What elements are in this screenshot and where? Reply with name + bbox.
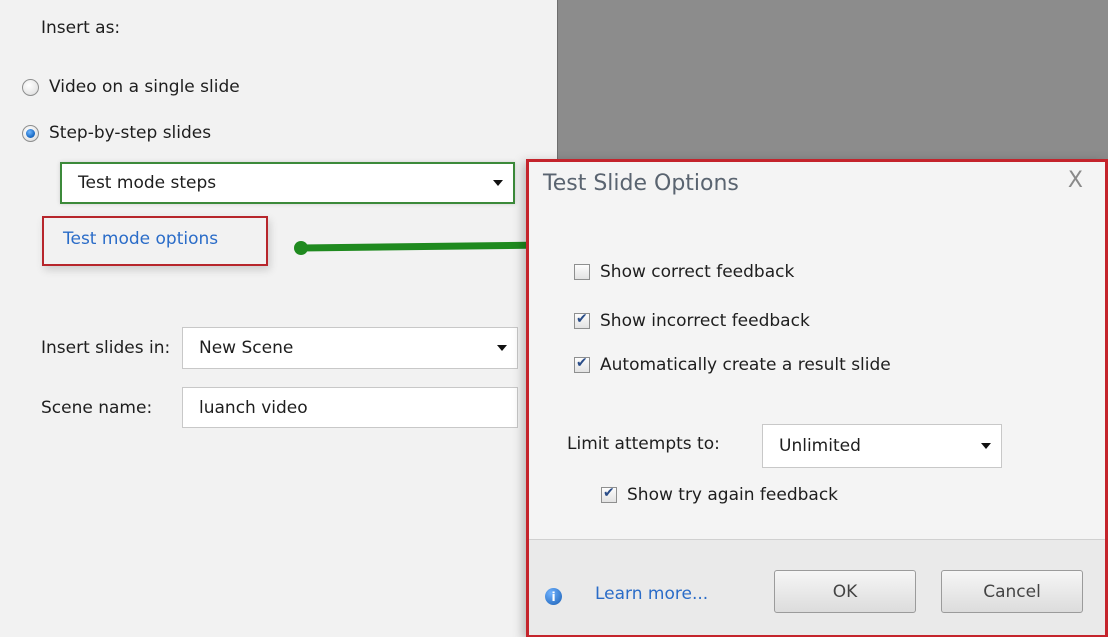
- checkbox-checked-icon[interactable]: [574, 311, 590, 329]
- scene-name-input[interactable]: luanch video: [182, 387, 518, 428]
- insert-slides-label: Insert slides in:: [41, 338, 171, 358]
- close-icon[interactable]: X: [1068, 168, 1083, 193]
- chevron-down-icon[interactable]: [493, 180, 503, 186]
- radio-steps-label: Step-by-step slides: [49, 123, 212, 143]
- radio-button-icon[interactable]: [22, 78, 39, 96]
- scene-name-value: luanch video: [199, 397, 308, 418]
- checkbox-checked-icon[interactable]: [601, 485, 617, 503]
- test-mode-options-link[interactable]: Test mode options: [63, 229, 218, 249]
- option-label: Show correct feedback: [600, 262, 795, 282]
- limit-attempts-label: Limit attempts to:: [567, 434, 720, 454]
- limit-attempts-select[interactable]: Unlimited: [762, 424, 1002, 468]
- chevron-down-icon[interactable]: [981, 443, 991, 449]
- steps-mode-value: Test mode steps: [78, 173, 217, 193]
- insert-slides-select[interactable]: New Scene: [182, 327, 518, 369]
- radio-video-label: Video on a single slide: [49, 77, 240, 97]
- radio-step-by-step[interactable]: Step-by-step slides: [22, 123, 211, 143]
- limit-attempts-value: Unlimited: [779, 436, 861, 456]
- steps-mode-select[interactable]: Test mode steps: [60, 162, 515, 204]
- radio-button-checked-icon[interactable]: [22, 124, 39, 142]
- create-result-slide-option[interactable]: Automatically create a result slide: [574, 355, 891, 375]
- show-try-again-option[interactable]: Show try again feedback: [601, 485, 838, 505]
- info-icon: i: [545, 588, 562, 605]
- checkbox-checked-icon[interactable]: [574, 355, 590, 373]
- dialog-title: Test Slide Options: [543, 171, 739, 196]
- test-slide-options-dialog: Test Slide Options X Show correct feedba…: [526, 159, 1108, 637]
- chevron-down-icon[interactable]: [497, 345, 507, 351]
- show-incorrect-feedback-option[interactable]: Show incorrect feedback: [574, 311, 810, 331]
- insert-slides-value: New Scene: [199, 338, 294, 358]
- scene-name-label: Scene name:: [41, 398, 153, 418]
- option-label: Automatically create a result slide: [600, 355, 891, 375]
- ok-button[interactable]: OK: [774, 570, 916, 613]
- video-preview-area: [557, 0, 1108, 160]
- learn-more-link[interactable]: Learn more...: [595, 584, 708, 604]
- radio-video-single-slide[interactable]: Video on a single slide: [22, 77, 240, 97]
- option-label: Show incorrect feedback: [600, 311, 810, 331]
- cancel-button[interactable]: Cancel: [941, 570, 1083, 613]
- checkbox-unchecked-icon[interactable]: [574, 264, 590, 280]
- dialog-footer: i Learn more... OK Cancel: [529, 539, 1105, 635]
- option-label: Show try again feedback: [627, 485, 839, 505]
- show-correct-feedback-option[interactable]: Show correct feedback: [574, 262, 794, 282]
- insert-as-label: Insert as:: [41, 18, 121, 38]
